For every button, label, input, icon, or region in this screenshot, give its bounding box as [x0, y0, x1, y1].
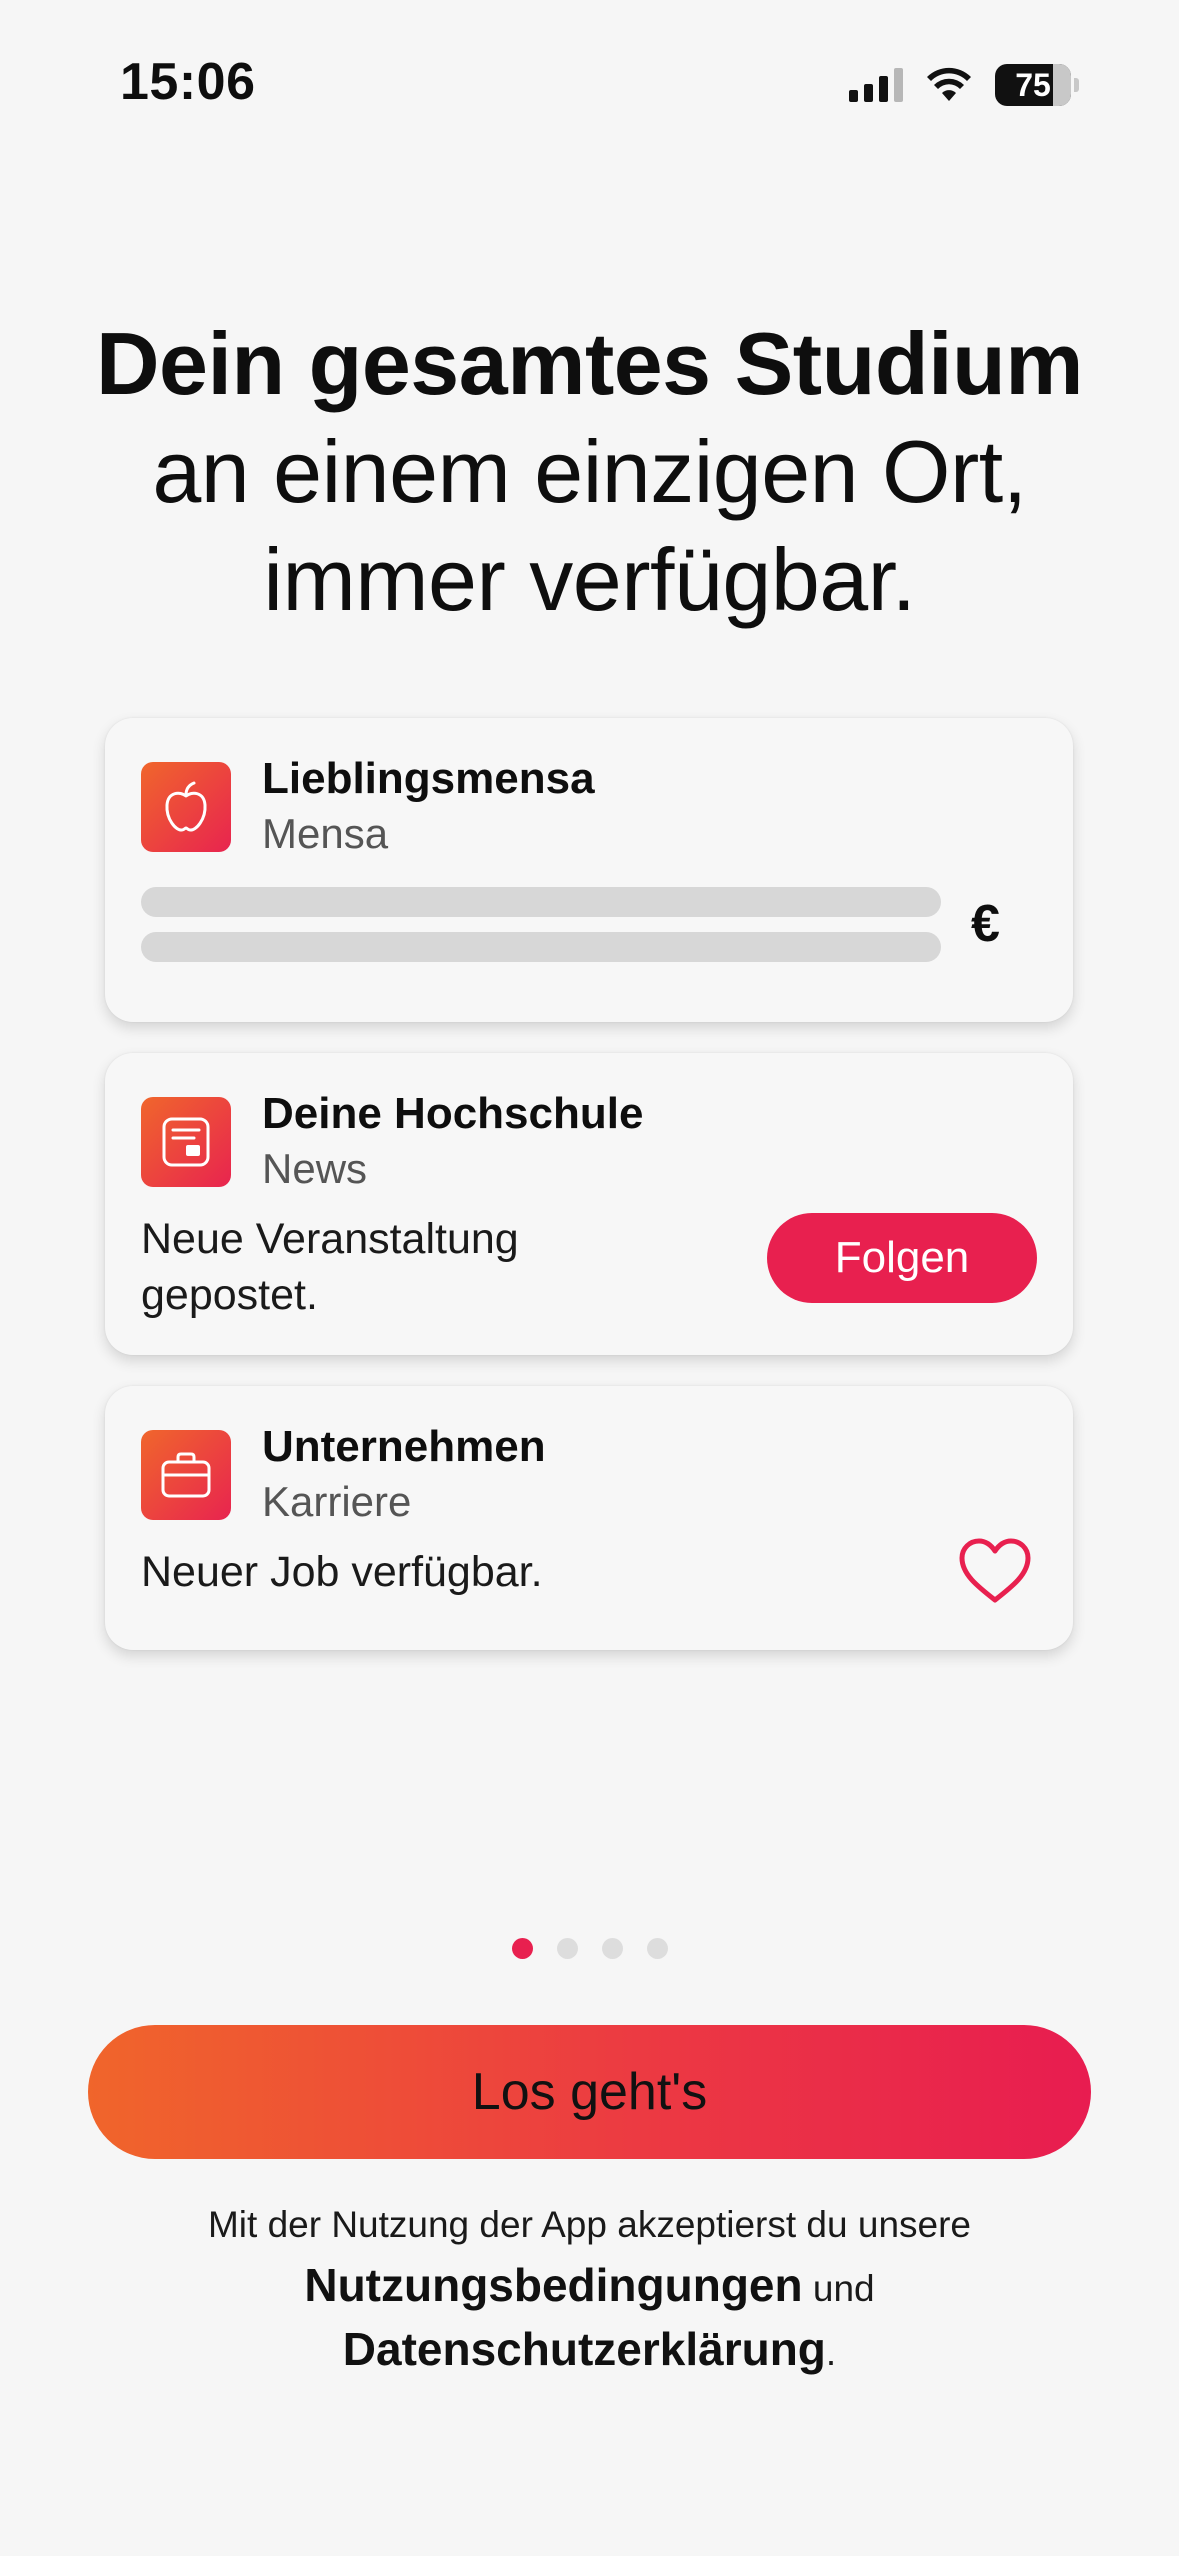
status-icons: 75 [849, 62, 1079, 108]
newspaper-icon [141, 1097, 231, 1187]
briefcase-icon [141, 1430, 231, 1520]
get-started-button[interactable]: Los geht's [88, 2025, 1091, 2159]
wifi-icon [927, 67, 971, 101]
apple-icon [141, 762, 231, 852]
terms-link[interactable]: Nutzungsbedingungen [304, 2259, 802, 2311]
page-dot[interactable] [646, 1938, 668, 1959]
page-dot[interactable] [556, 1938, 578, 1959]
legal-prefix: Mit der Nutzung der App akzeptierst du u… [207, 2204, 972, 2245]
heart-icon[interactable] [957, 1536, 1033, 1606]
headline: Dein gesamtes Studium an einem einzigen … [0, 310, 1179, 634]
page-dot-active[interactable] [511, 1938, 533, 1959]
euro-icon: € [971, 895, 1000, 953]
legal-suffix: . [825, 2332, 837, 2373]
headline-line-1: Dein gesamtes Studium [95, 314, 1084, 413]
card-subtitle: News [262, 1145, 368, 1192]
card-body: Neuer Job verfügbar. [141, 1548, 543, 1596]
cellular-signal-icon [849, 68, 903, 102]
battery-level: 75 [1015, 66, 1051, 103]
status-time: 15:06 [120, 53, 256, 111]
skeleton-line [141, 887, 941, 917]
card-body: Neue Veranstaltung gepostet. [141, 1211, 519, 1323]
card-title: Lieblingsmensa [262, 754, 595, 803]
legal-line-3: Datenschutzerklärung. [0, 2319, 1179, 2383]
legal-and: und [812, 2268, 875, 2309]
privacy-link[interactable]: Datenschutzerklärung [343, 2323, 826, 2375]
card-body-line: gepostet. [141, 1271, 318, 1319]
card-subtitle: Karriere [262, 1478, 412, 1525]
page-indicator [0, 1938, 1179, 1959]
battery-indicator: 75 [995, 64, 1079, 106]
page-dot[interactable] [601, 1938, 623, 1959]
mensa-card: Lieblingsmensa Mensa € [105, 718, 1073, 1022]
skeleton-line [141, 932, 941, 962]
card-subtitle: Mensa [262, 810, 389, 857]
card-title: Unternehmen [262, 1422, 546, 1471]
battery-icon: 75 [995, 64, 1071, 106]
follow-button[interactable]: Folgen [767, 1213, 1037, 1303]
legal-line-2: Nutzungsbedingungen und [0, 2255, 1179, 2319]
headline-line-3: immer verfügbar. [263, 530, 916, 629]
career-card: Unternehmen Karriere Neuer Job verfügbar… [105, 1386, 1073, 1650]
legal-notice: Mit der Nutzung der App akzeptierst du u… [0, 2195, 1179, 2383]
news-card: Deine Hochschule News Neue Veranstaltung… [105, 1053, 1073, 1355]
card-body-line: Neue Veranstaltung [141, 1215, 519, 1263]
headline-line-2: an einem einzigen Ort, [152, 422, 1027, 521]
card-title: Deine Hochschule [262, 1089, 644, 1138]
